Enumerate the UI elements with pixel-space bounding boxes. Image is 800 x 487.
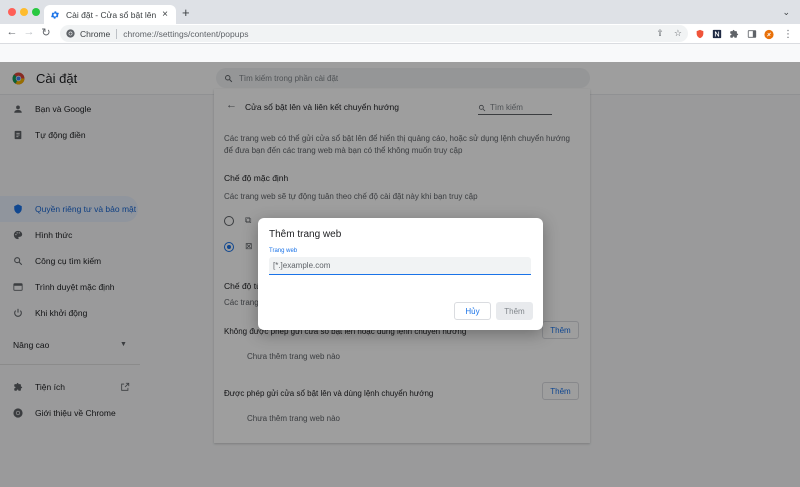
extension-n-icon[interactable] <box>712 29 722 39</box>
share-icon[interactable]: ⇪ <box>656 28 664 39</box>
gear-icon <box>51 10 59 19</box>
brave-shield-icon[interactable] <box>695 29 705 39</box>
side-panel-icon[interactable] <box>747 29 757 39</box>
cancel-button[interactable]: Hủy <box>454 302 491 320</box>
profile-avatar[interactable] <box>764 29 774 39</box>
new-tab-button[interactable]: + <box>182 6 190 20</box>
tab-search-chevron-icon[interactable]: ⌄ <box>782 7 790 18</box>
browser-tab[interactable]: Cài đặt - Cửa sổ bật lên và liên × <box>44 5 176 24</box>
back-arrow-icon[interactable]: ← <box>5 26 19 38</box>
chrome-icon <box>66 29 75 38</box>
add-button[interactable]: Thêm <box>496 302 533 320</box>
url-text[interactable]: chrome://settings/content/popups <box>123 29 248 39</box>
reload-icon[interactable]: ↻ <box>39 26 53 39</box>
bookmark-star-icon[interactable]: ☆ <box>674 28 682 39</box>
forward-arrow-icon[interactable]: → <box>22 26 36 38</box>
more-menu-icon[interactable]: ⋮ <box>783 29 793 40</box>
maximize-window-button[interactable] <box>32 8 40 16</box>
minimize-window-button[interactable] <box>20 8 28 16</box>
omnibox-origin: Chrome <box>80 28 111 39</box>
puzzle-extensions-icon[interactable] <box>729 29 739 39</box>
add-site-dialog: Thêm trang web Trang web Hủy Thêm <box>258 218 543 330</box>
close-tab-icon[interactable]: × <box>160 9 170 20</box>
tab-strip: Cài đặt - Cửa sổ bật lên và liên × + ⌄ <box>0 0 800 24</box>
browser-toolbar: ← → ↻ Chrome chrome://settings/content/p… <box>0 24 800 44</box>
close-window-button[interactable] <box>8 8 16 16</box>
omnibox-separator <box>116 28 118 39</box>
site-input[interactable] <box>269 257 531 275</box>
address-bar[interactable]: Chrome chrome://settings/content/popups … <box>60 25 688 42</box>
dialog-title: Thêm trang web <box>269 229 342 240</box>
site-field-label: Trang web <box>269 248 298 254</box>
tab-title: Cài đặt - Cửa sổ bật lên và liên <box>66 9 156 20</box>
